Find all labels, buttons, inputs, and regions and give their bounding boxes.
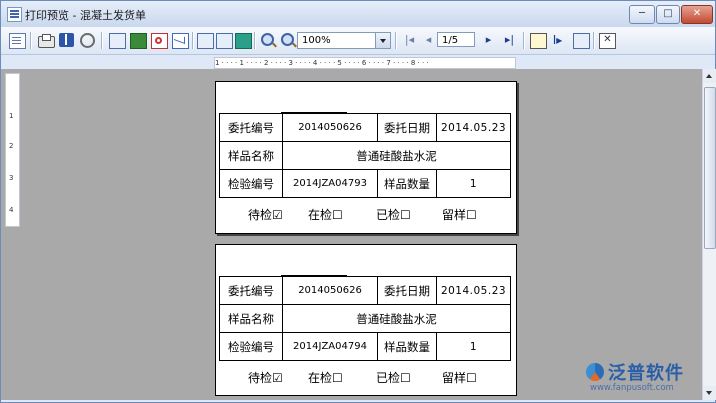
ruler-mark: 3 — [9, 174, 14, 182]
excel-icon[interactable] — [130, 33, 147, 49]
chevron-down-icon[interactable] — [375, 33, 390, 48]
value-test-no: 2014JZA04794 — [282, 332, 378, 361]
value-entrust-date: 2014.05.23 — [436, 113, 511, 142]
next-page-icon[interactable]: ▸ — [481, 33, 496, 47]
close-button[interactable]: ✕ — [681, 5, 713, 24]
toolbar-separator — [395, 32, 396, 49]
scroll-thumb[interactable] — [704, 87, 716, 249]
select-tool-icon[interactable]: I▸ — [550, 33, 565, 47]
title-bar[interactable]: 打印预览 - 混凝土发货单 ─ □ ✕ — [1, 1, 715, 27]
window-title: 打印预览 - 混凝土发货单 — [25, 9, 146, 22]
document-icon[interactable] — [9, 33, 26, 49]
app-icon — [7, 7, 22, 22]
toolbar-separator — [101, 32, 102, 49]
label-test-no: 检验编号 — [219, 169, 283, 198]
status-pending: 待检☑ — [248, 371, 283, 385]
scroll-up-icon[interactable] — [703, 69, 716, 83]
toolbar-separator — [593, 32, 594, 49]
sample-card-table: 委托编号 2014050626 委托日期 2014.05.23 样品名称 普通硅… — [219, 113, 511, 198]
label-entrust-date: 委托日期 — [377, 113, 437, 142]
print-preview-window: 打印预览 - 混凝土发货单 ─ □ ✕ |◂ ◂ ▸ ▸| I▸ ✕ 100% … — [0, 0, 716, 403]
page-number-input[interactable]: 1/5 — [437, 32, 475, 47]
table-row: 检验编号 2014JZA04793 样品数量 1 — [219, 169, 511, 198]
status-checkboxes: 待检☑ 在检☐ 已检☐ 留样☐ — [220, 206, 512, 226]
status-testing: 在检☐ — [308, 208, 343, 222]
email-icon[interactable] — [172, 33, 189, 49]
ruler-mark: 4 — [9, 206, 14, 214]
value-entrust-no: 2014050626 — [282, 276, 378, 305]
watermark-logo: 泛普软件 www.fanpusoft.com — [586, 360, 708, 400]
single-page-icon[interactable] — [216, 33, 233, 49]
table-row: 检验编号 2014JZA04794 样品数量 1 — [219, 332, 511, 361]
status-pending: 待检☑ — [248, 208, 283, 222]
book-icon[interactable] — [59, 33, 74, 47]
first-page-icon[interactable]: |◂ — [402, 33, 417, 47]
label-sample-name: 样品名称 — [219, 141, 283, 170]
zoom-value: 100% — [302, 35, 331, 46]
toolbar-separator — [523, 32, 524, 49]
table-row: 委托编号 2014050626 委托日期 2014.05.23 — [219, 276, 511, 305]
last-page-icon[interactable]: ▸| — [502, 33, 517, 47]
sample-card-table: 委托编号 2014050626 委托日期 2014.05.23 样品名称 普通硅… — [219, 276, 511, 361]
horizontal-ruler: 1 · · · · 1 · · · · 2 · · · · 3 · · · · … — [214, 57, 516, 69]
close-preview-icon[interactable]: ✕ — [599, 33, 616, 49]
value-sample-name: 普通硅酸盐水泥 — [282, 304, 511, 333]
status-retained: 留样☐ — [442, 208, 477, 222]
value-test-no: 2014JZA04793 — [282, 169, 378, 198]
zoom-out-icon[interactable] — [281, 33, 294, 46]
label-entrust-date: 委托日期 — [377, 276, 437, 305]
value-sample-qty: 1 — [436, 169, 511, 198]
value-entrust-date: 2014.05.23 — [436, 276, 511, 305]
watermark-brand: 泛普软件 — [608, 363, 684, 384]
export-icon[interactable] — [109, 33, 126, 49]
toolbar-separator — [30, 32, 31, 49]
label-sample-qty: 样品数量 — [377, 332, 437, 361]
table-row: 样品名称 普通硅酸盐水泥 — [219, 141, 511, 170]
ruler-mark: 1 — [9, 112, 14, 120]
maximize-button[interactable]: □ — [656, 5, 680, 24]
label-sample-qty: 样品数量 — [377, 169, 437, 198]
printer-icon[interactable] — [38, 34, 55, 48]
vertical-ruler: 1 2 3 4 — [5, 73, 20, 227]
hand-tool-icon[interactable] — [530, 33, 547, 49]
preview-page: 委托编号 2014050626 委托日期 2014.05.23 样品名称 普通硅… — [215, 81, 517, 234]
settings-icon[interactable] — [80, 33, 95, 48]
pdf-icon[interactable] — [151, 33, 168, 49]
preview-page: 委托编号 2014050626 委托日期 2014.05.23 样品名称 普通硅… — [215, 244, 517, 396]
vertical-scrollbar[interactable] — [702, 69, 716, 400]
status-checkboxes: 待检☑ 在检☐ 已检☐ 留样☐ — [220, 369, 512, 389]
watermark-url: www.fanpusoft.com — [590, 383, 674, 393]
status-tested: 已检☐ — [376, 208, 411, 222]
status-tested: 已检☐ — [376, 371, 411, 385]
status-retained: 留样☐ — [442, 371, 477, 385]
toolbar-separator — [254, 32, 255, 49]
label-sample-name: 样品名称 — [219, 304, 283, 333]
label-test-no: 检验编号 — [219, 332, 283, 361]
page-setup-icon[interactable] — [197, 33, 214, 49]
prev-page-icon[interactable]: ◂ — [421, 33, 436, 47]
value-sample-qty: 1 — [436, 332, 511, 361]
snapshot-icon[interactable] — [573, 33, 590, 49]
toolbar-separator — [192, 32, 193, 49]
zoom-in-icon[interactable] — [261, 33, 274, 46]
table-row: 样品名称 普通硅酸盐水泥 — [219, 304, 511, 333]
multi-page-icon[interactable] — [235, 33, 252, 49]
value-sample-name: 普通硅酸盐水泥 — [282, 141, 511, 170]
status-testing: 在检☐ — [308, 371, 343, 385]
brand-logo-icon — [586, 363, 604, 381]
ruler-mark: 2 — [9, 142, 14, 150]
minimize-button[interactable]: ─ — [629, 5, 655, 24]
label-entrust-no: 委托编号 — [219, 276, 283, 305]
label-entrust-no: 委托编号 — [219, 113, 283, 142]
zoom-select[interactable]: 100% — [297, 32, 391, 49]
table-row: 委托编号 2014050626 委托日期 2014.05.23 — [219, 113, 511, 142]
value-entrust-no: 2014050626 — [282, 113, 378, 142]
